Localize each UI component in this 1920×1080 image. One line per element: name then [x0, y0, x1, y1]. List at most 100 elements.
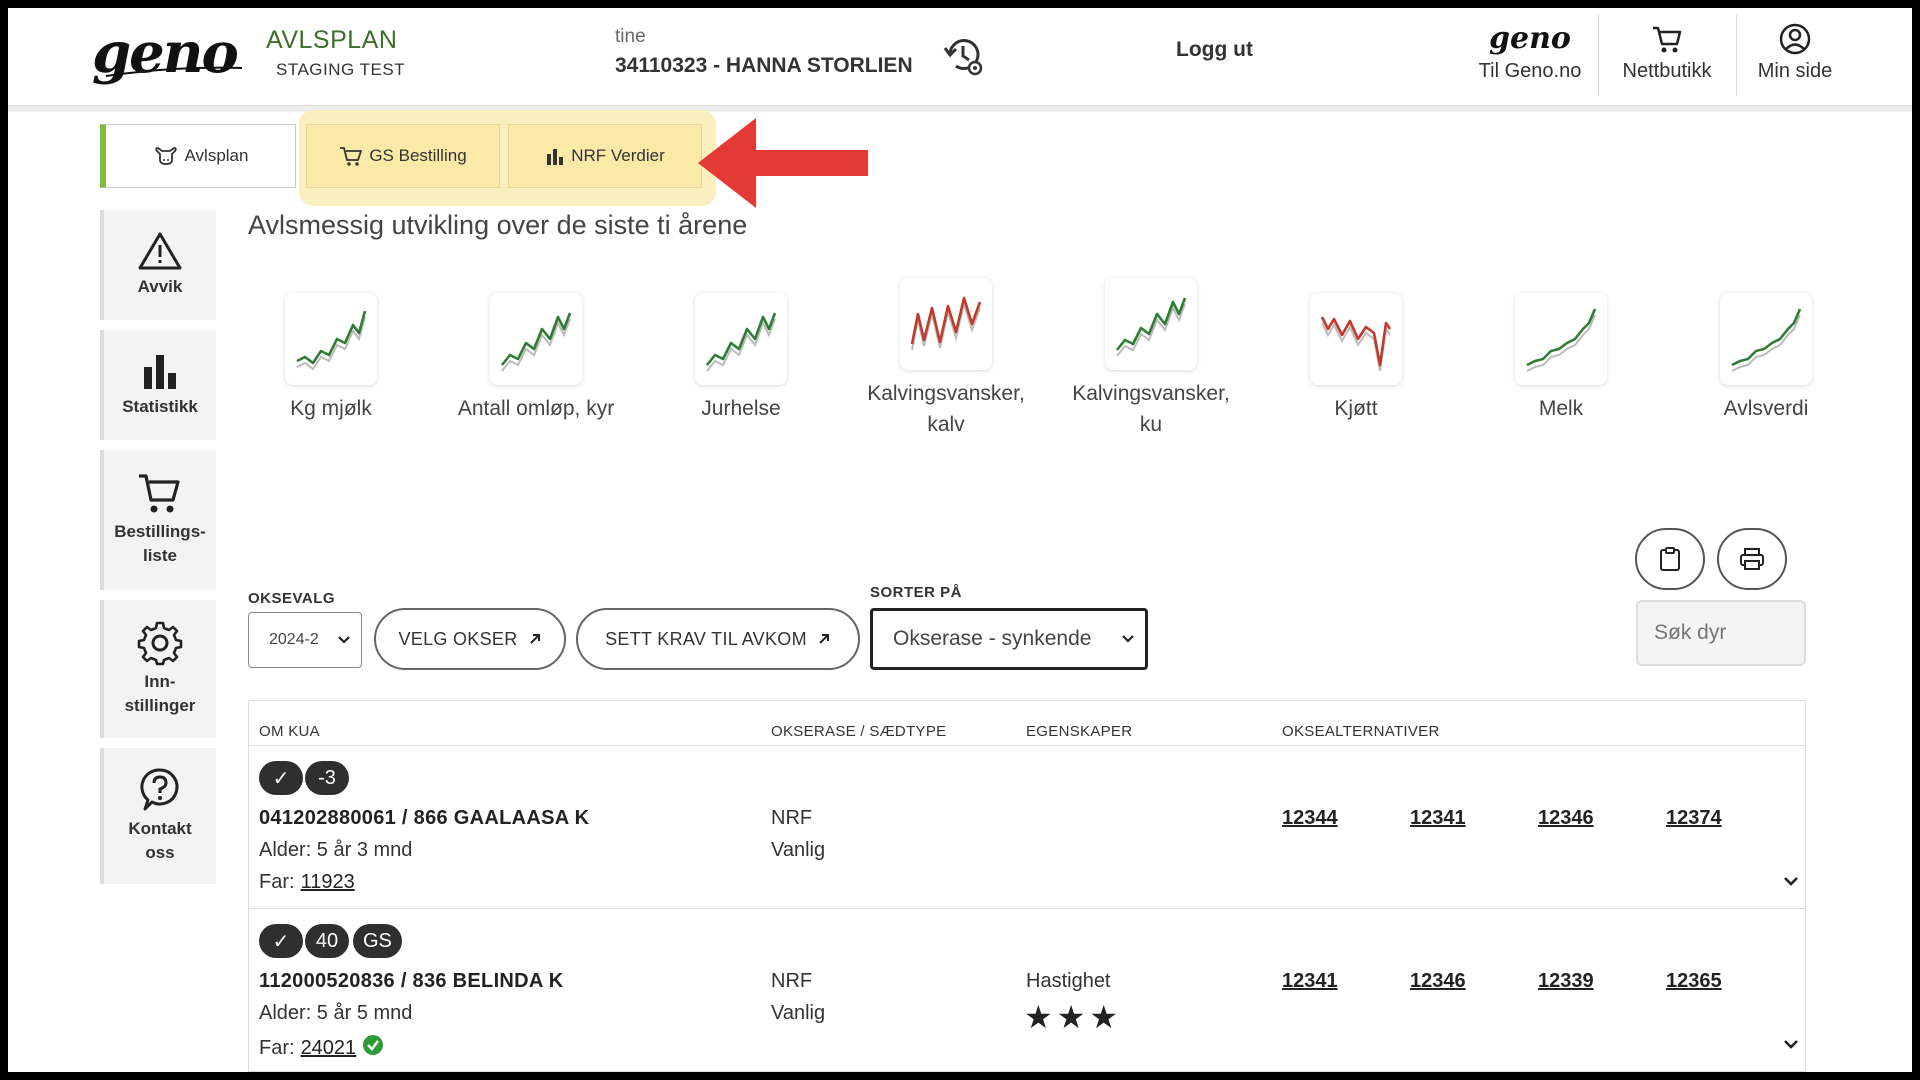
trend-label: Antall omløp, kyr [457, 397, 615, 420]
expand-chevron-icon[interactable] [1779, 1032, 1803, 1056]
red-arrow-annotation [698, 118, 868, 208]
logo-swoosh-icon [105, 66, 243, 77]
min-side-link[interactable]: Min side [1740, 22, 1850, 92]
bull-alternative[interactable]: 12341 [1282, 970, 1338, 993]
velg-okser-label: VELG OKSER [398, 628, 518, 649]
expand-chevron-icon[interactable] [1779, 869, 1803, 893]
bull-alternative[interactable]: 12346 [1410, 970, 1466, 993]
trend-label: Avlsverdi [1723, 397, 1809, 420]
tab-nrf-verdier[interactable]: NRF Verdier [508, 124, 702, 188]
history-settings-icon[interactable] [942, 34, 986, 78]
bar-chart-icon [144, 355, 176, 389]
bull-alternative[interactable]: 12341 [1410, 807, 1466, 830]
oksevalg-value: 2024-2 [269, 631, 319, 648]
trend-label: Kalvingsvansker, [1072, 382, 1230, 405]
trend-card[interactable]: Avlsverdi [1666, 293, 1866, 424]
trend-card[interactable]: Kalvingsvansker, ku [1051, 278, 1251, 440]
header-divider [1598, 14, 1599, 96]
father-label: Far: [259, 871, 295, 893]
warning-icon [138, 232, 182, 270]
sparkline-icon [1720, 293, 1812, 385]
sidebar-item-statistikk[interactable]: Statistikk [100, 330, 216, 440]
trend-card[interactable]: Jurhelse [641, 293, 841, 424]
sparkline-icon [695, 293, 787, 385]
cow-id[interactable]: 041202880061 / 866 GAALAASA K [259, 807, 589, 830]
sparkline-icon [900, 278, 992, 370]
cow-father: Far: 11923 [259, 871, 355, 894]
verified-check-icon [362, 1034, 384, 1062]
min-side-link-label: Min side [1757, 60, 1833, 82]
bull-alternative[interactable]: 12346 [1538, 807, 1594, 830]
bull-race: NRF [771, 970, 813, 992]
sort-value: Okserase - synkende [893, 627, 1092, 650]
geno-site-link-label: Til Geno.no [1478, 60, 1582, 82]
table-row[interactable]: ✓ -3 041202880061 / 866 GAALAASA K Alder: 5… [249, 747, 1805, 909]
sparkline-icon [1105, 278, 1197, 370]
trend-card[interactable]: Kjøtt [1256, 293, 1456, 424]
sparkline-icon [285, 293, 377, 385]
sparkline-icon [1310, 293, 1402, 385]
nettbutikk-link-label: Nettbutikk [1622, 60, 1712, 82]
sidebar-item-label: oss [145, 843, 175, 862]
bull-race: NRF [771, 807, 813, 829]
section-title: Avlsmessig utvikling over de siste ti år… [248, 210, 748, 240]
sidebar-item-label: stillinger [124, 696, 196, 715]
sidebar-item-avvik[interactable]: Avvik [100, 210, 216, 320]
question-icon [140, 768, 179, 811]
sidebar-item-kontakt[interactable]: Kontakt oss [100, 748, 216, 884]
tab-label: GS Bestilling [369, 146, 467, 165]
clipboard-button[interactable] [1635, 528, 1705, 590]
tab-label: Avlsplan [184, 146, 249, 165]
app-subtitle: STAGING TEST [276, 60, 406, 79]
cow-father: Far: 24021 [259, 1034, 384, 1062]
oksevalg-select[interactable]: 2024-2 [248, 612, 362, 668]
trait-label: Hastighet [1026, 970, 1111, 992]
cow-age: Alder: 5 år 5 mnd [259, 1002, 413, 1024]
cart-icon [340, 147, 363, 166]
trend-label: Melk [1538, 397, 1584, 420]
father-label: Far: [259, 1036, 295, 1059]
table-row[interactable]: ✓ 40 GS 112000520836 / 836 BELINDA K Alder: … [249, 910, 1805, 1072]
geno-small-logo: geno [1489, 21, 1571, 56]
trend-card[interactable]: Antall omløp, kyr [436, 293, 636, 424]
trend-card[interactable]: Kalvingsvansker, kalv [846, 278, 1046, 440]
external-arrow-icon [819, 634, 829, 644]
sidebar-item-label: Bestillings- [114, 522, 206, 541]
print-button[interactable] [1717, 528, 1787, 590]
bull-alternative[interactable]: 12344 [1282, 807, 1338, 830]
sorter-label: SORTER PÅ [870, 584, 963, 601]
father-link[interactable]: 24021 [301, 1037, 357, 1060]
bull-alternative[interactable]: 12339 [1538, 970, 1594, 993]
cow-id[interactable]: 112000520836 / 836 BELINDA K [259, 970, 564, 993]
nettbutikk-link[interactable]: Nettbutikk [1602, 22, 1732, 92]
bull-alternative[interactable]: 12374 [1666, 807, 1722, 830]
trend-card[interactable]: Melk [1461, 293, 1661, 424]
velg-okser-button[interactable]: VELG OKSER [374, 608, 566, 670]
semen-type: Vanlig [771, 839, 826, 861]
check-badge: ✓ [259, 761, 303, 795]
tab-avlsplan[interactable]: Avlsplan [100, 124, 296, 188]
bull-alternative[interactable]: 12365 [1666, 970, 1722, 993]
trend-card[interactable]: Kg mjølk [231, 293, 431, 424]
sort-select[interactable]: Okserase - synkende [870, 608, 1148, 670]
sett-krav-button[interactable]: SETT KRAV TIL AVKOM [576, 608, 860, 670]
trend-label: Kalvingsvansker, [867, 382, 1025, 405]
bar-chart-icon [547, 149, 564, 165]
cart-icon [1653, 26, 1682, 53]
logout-button[interactable]: Logg ut [1176, 38, 1253, 62]
status-badge: -3 [305, 761, 349, 795]
search-input[interactable] [1636, 600, 1806, 666]
sidebar-item-innstillinger[interactable]: Inn- stillinger [100, 600, 216, 738]
check-badge: ✓ [259, 924, 303, 958]
father-link[interactable]: 11923 [301, 871, 355, 894]
status-badge: 40 [305, 924, 349, 958]
chevron-down-icon [1122, 635, 1134, 643]
gear-icon [137, 621, 183, 666]
sidebar-item-label: Avvik [137, 277, 183, 296]
tab-gs-bestilling[interactable]: GS Bestilling [306, 124, 500, 188]
tab-label: NRF Verdier [571, 146, 665, 165]
farm-label: tine [615, 26, 646, 47]
cow-icon [154, 147, 177, 165]
sidebar-item-bestillingsliste[interactable]: Bestillings- liste [100, 450, 216, 590]
geno-site-link[interactable]: geno Til Geno.no [1466, 22, 1594, 92]
